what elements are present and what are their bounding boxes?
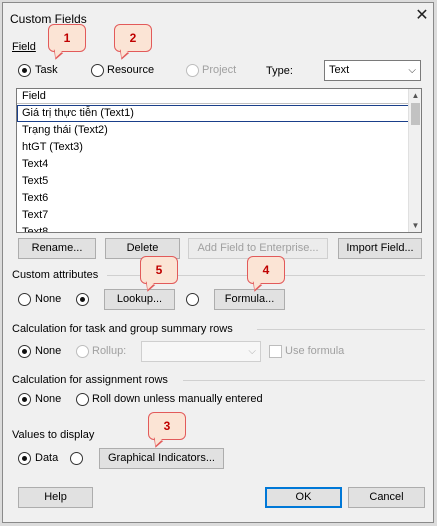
project-radio-label: Project (202, 64, 237, 76)
custom-none-label: None (35, 293, 62, 305)
list-scrollbar[interactable]: ▲ ▼ (408, 89, 421, 232)
type-label: Type: (266, 65, 293, 77)
resource-radio-label: Resource (107, 64, 155, 76)
type-select-value: Text (329, 64, 350, 76)
close-icon[interactable]: ✕ (412, 6, 432, 26)
chevron-down-icon: ⌵ (248, 346, 256, 357)
callout-badge: 1 (48, 24, 86, 62)
divider (257, 329, 425, 330)
type-select[interactable]: Text ⌵ (324, 60, 421, 81)
data-radio-label: Data (35, 452, 59, 464)
field-list-header: Field (17, 89, 409, 104)
data-radio[interactable] (18, 452, 31, 465)
callout-badge: 2 (114, 24, 152, 62)
custom-attributes-label: Custom attributes (12, 269, 99, 281)
scroll-thumb[interactable] (411, 103, 420, 125)
project-radio[interactable] (186, 64, 199, 77)
callout-badge: 3 (148, 412, 186, 450)
field-group-label: Field (12, 41, 36, 53)
scroll-up-icon[interactable]: ▲ (409, 89, 421, 102)
list-item[interactable]: Text6 (17, 190, 409, 207)
assignment-calc-label: Calculation for assignment rows (12, 374, 168, 386)
summary-calc-label: Calculation for task and group summary r… (12, 323, 233, 335)
ok-button[interactable]: OK (265, 487, 342, 508)
task-radio-label: Task (35, 64, 58, 76)
graphical-indicators-button[interactable]: Graphical Indicators... (99, 448, 224, 469)
rollup-select[interactable]: ⌵ (141, 341, 261, 362)
callout-badge: 5 (140, 256, 178, 294)
use-formula-label: Use formula (285, 345, 345, 357)
summary-none-radio[interactable] (18, 345, 31, 358)
custom-none-radio[interactable] (18, 293, 31, 306)
task-radio[interactable] (18, 64, 31, 77)
rollup-radio[interactable] (76, 345, 89, 358)
list-item[interactable]: Trạng thái (Text2) (17, 122, 409, 139)
cancel-button[interactable]: Cancel (348, 487, 425, 508)
list-item[interactable]: Text7 (17, 207, 409, 224)
roll-down-label: Roll down unless manually entered (92, 393, 263, 405)
custom-fields-dialog: Custom Fields ✕ Field Task Resource Proj… (2, 2, 434, 523)
lookup-radio[interactable] (76, 293, 89, 306)
graphical-radio[interactable] (70, 452, 83, 465)
use-formula-checkbox[interactable] (269, 345, 282, 358)
roll-down-radio[interactable] (76, 393, 89, 406)
summary-none-label: None (35, 345, 62, 357)
list-item[interactable]: Giá trị thực tiễn (Text1) (17, 105, 409, 122)
divider (183, 380, 425, 381)
import-field-button[interactable]: Import Field... (338, 238, 422, 259)
formula-radio[interactable] (186, 293, 199, 306)
list-item[interactable]: Text8 (17, 224, 409, 232)
chevron-down-icon: ⌵ (408, 65, 416, 76)
assignment-none-radio[interactable] (18, 393, 31, 406)
callout-badge: 4 (247, 256, 285, 294)
list-item[interactable]: Text5 (17, 173, 409, 190)
list-item[interactable]: htGT (Text3) (17, 139, 409, 156)
help-button[interactable]: Help (18, 487, 93, 508)
list-item[interactable]: Text4 (17, 156, 409, 173)
resource-radio[interactable] (91, 64, 104, 77)
values-display-label: Values to display (12, 429, 95, 441)
scroll-down-icon[interactable]: ▼ (409, 219, 421, 232)
rollup-label: Rollup: (92, 345, 127, 357)
assignment-none-label: None (35, 393, 62, 405)
lookup-button[interactable]: Lookup... (104, 289, 175, 310)
rename-button[interactable]: Rename... (18, 238, 96, 259)
field-list[interactable]: Field Giá trị thực tiễn (Text1) Trạng th… (16, 88, 422, 233)
formula-button[interactable]: Formula... (214, 289, 285, 310)
